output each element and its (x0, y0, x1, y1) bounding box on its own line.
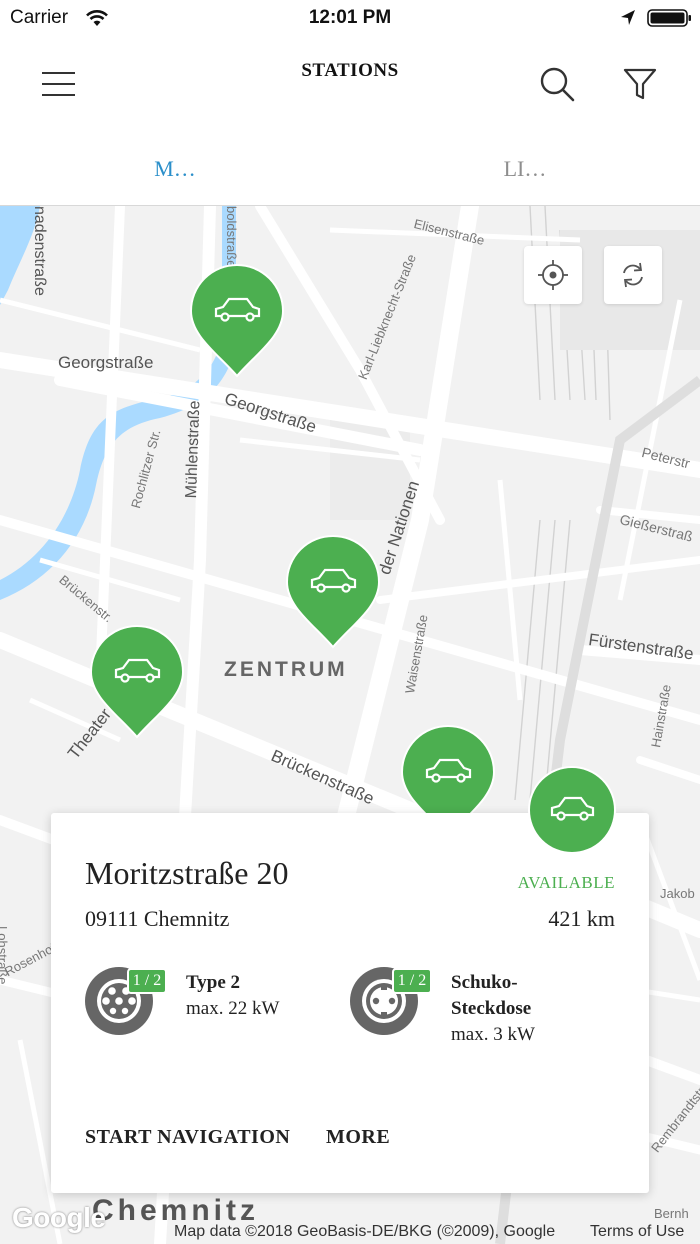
plug-info: Schuko- Steckdose max. 3 kW (451, 970, 591, 1048)
station-card[interactable]: Moritzstraße 20 AVAILABLE 09111 Chemnitz… (51, 813, 649, 1193)
search-icon (540, 67, 575, 102)
map-label-district: ZENTRUM (224, 658, 348, 681)
map-label: Bernh (654, 1206, 689, 1221)
google-logo: Google (12, 1202, 106, 1233)
page-title: STATIONS (301, 60, 399, 81)
station-pin-selected[interactable] (528, 766, 616, 854)
refresh-icon (623, 262, 643, 288)
map-label: Jakob (660, 886, 695, 901)
nav-bar: STATIONS (0, 36, 700, 132)
locate-button[interactable] (524, 246, 582, 304)
station-pin[interactable] (90, 625, 184, 739)
more-button[interactable]: MORE (326, 1126, 390, 1149)
tab-list[interactable]: LI… (350, 156, 700, 182)
status-badge: AVAILABLE (517, 873, 615, 892)
clock: 12:01 PM (308, 7, 392, 28)
target-icon (538, 260, 568, 290)
map-label: Mühlenstraße (183, 400, 204, 499)
station-distance: 421 km (548, 906, 615, 931)
availability-badge: 1 / 2 (127, 968, 167, 994)
search-button[interactable] (534, 62, 582, 106)
station-city: 09111 Chemnitz (85, 906, 230, 931)
station-pin[interactable] (190, 264, 284, 378)
plug-name-cont: Steckdose (451, 998, 532, 1019)
plug-name: Schuko- (451, 972, 518, 993)
refresh-button[interactable] (604, 246, 662, 304)
availability-badge: 1 / 2 (392, 968, 432, 994)
filter-icon (623, 68, 657, 100)
plug-name: Type 2 (186, 972, 241, 993)
map-label: boldstraße (224, 206, 239, 268)
map-label: Georgstraße (58, 353, 154, 372)
terms-link[interactable]: Terms of Use (590, 1223, 684, 1241)
plug-power: max. 22 kW (186, 998, 280, 1019)
start-navigation-button[interactable]: START NAVIGATION (85, 1126, 290, 1149)
plug-power: max. 3 kW (451, 1024, 535, 1045)
station-name: Moritzstraße 20 (85, 855, 289, 891)
map-label: nadenstraße (31, 206, 48, 296)
battery-icon (647, 9, 691, 27)
filter-button[interactable] (616, 62, 664, 106)
plug-info: Type 2 max. 22 kW (186, 970, 326, 1022)
map-attribution: Map data ©2018 GeoBasis-DE/BKG (©2009), … (174, 1223, 556, 1240)
status-bar: Carrier 12:01 PM (0, 0, 700, 36)
view-tabs: M… LI… (0, 132, 700, 206)
station-pin[interactable] (286, 535, 380, 649)
tab-map[interactable]: M… (0, 156, 350, 182)
location-arrow-icon (621, 10, 635, 25)
